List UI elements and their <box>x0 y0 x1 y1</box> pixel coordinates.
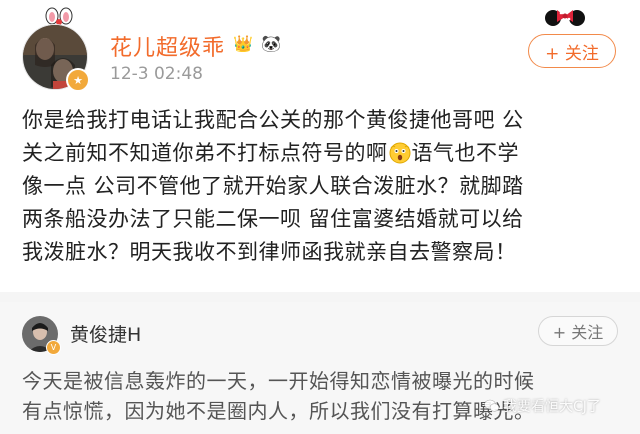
post-body-line: 我泼脏水？明天我收不到律师函我就亲自去警察局！ <box>22 240 517 264</box>
follow-button[interactable]: + 关注 <box>528 34 616 68</box>
post-body-line: 你是给我打电话让我配合公关的那个黄俊捷他哥吧 公 <box>22 108 524 132</box>
verified-badge-icon: ★ <box>66 68 90 92</box>
post-header: ★ 花儿超级乖 👑 🐼 12-3 02:48 + 关注 <box>0 0 640 96</box>
shocked-face-emoji-icon <box>389 142 410 164</box>
author-badges: 👑 🐼 <box>231 31 283 55</box>
minnie-mouse-icon <box>545 10 585 26</box>
quoted-text-line: 今天是被信息轰炸的一天，一开始得知恋情被曝光的时候 <box>22 369 535 393</box>
post-body: 你是给我打电话让我配合公关的那个黄俊捷他哥吧 公 关之前知不知道你弟不打标点符号… <box>22 104 622 269</box>
post-body-line-part: 关之前知不知道你弟不打标点符号的啊 <box>22 141 388 165</box>
panda-badge-icon: 🐼 <box>261 33 281 53</box>
post-body-line-part: 语气也不学 <box>411 141 519 165</box>
quoted-follow-button[interactable]: + 关注 <box>538 316 618 346</box>
crown-badge-icon: 👑 <box>233 33 253 53</box>
watermark-text: 我要看恒大CJ了 <box>503 399 601 415</box>
post-time: 12-3 02:48 <box>110 64 203 84</box>
bunny-ears-icon <box>45 7 73 25</box>
author-avatar-wrap[interactable]: ★ <box>22 24 90 92</box>
author-name[interactable]: 花儿超级乖 <box>110 30 225 62</box>
post-body-line: 关之前知不知道你弟不打标点符号的啊 语气也不学 <box>22 137 622 170</box>
quoted-verified-badge-icon: V <box>46 340 61 355</box>
wechat-icon <box>484 399 500 412</box>
weibo-post-screen: ★ 花儿超级乖 👑 🐼 12-3 02:48 + 关注 你是给我打电话让我配合公… <box>0 0 640 434</box>
post-body-line: 像一点 公司不管他了就开始家人联合泼脏水？就脚踏 <box>22 174 524 198</box>
quoted-author-name[interactable]: 黄俊捷H <box>70 320 141 347</box>
section-divider <box>0 292 640 302</box>
post-body-line: 两条船没办法了只能二保一呗 留住富婆结婚就可以给 <box>22 207 524 231</box>
watermark: 我要看恒大CJ了 <box>484 396 601 416</box>
